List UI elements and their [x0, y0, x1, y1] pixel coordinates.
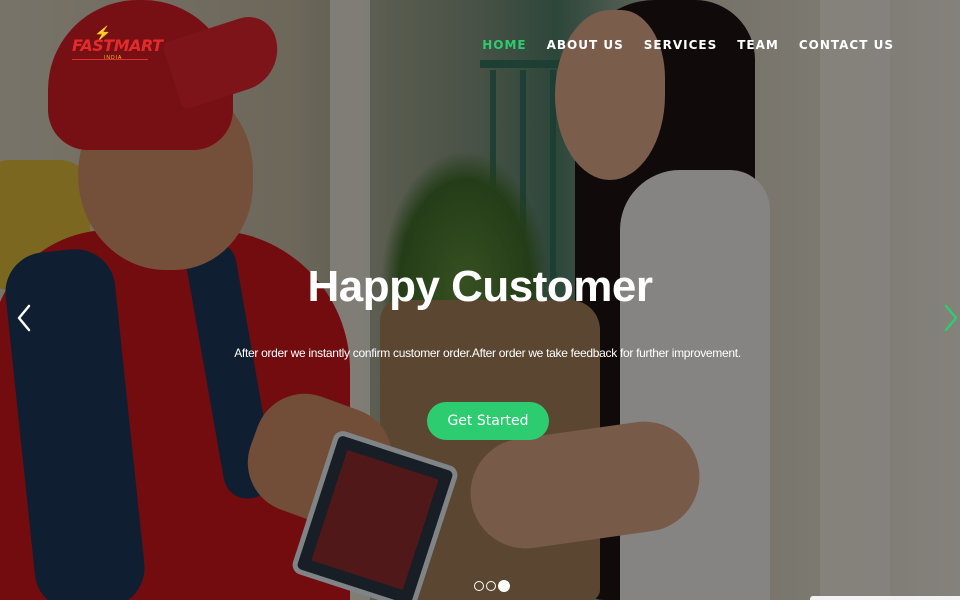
nav-item-home[interactable]: HOME [482, 38, 526, 52]
nav-item-team[interactable]: TEAM [737, 38, 779, 52]
get-started-button[interactable]: Get Started [427, 402, 549, 440]
hero-title: Happy Customer [307, 262, 653, 311]
carousel-dot-1[interactable] [474, 581, 484, 591]
brand-logo[interactable]: ⚡ FASTMART INDIA [72, 26, 163, 66]
nav-item-services[interactable]: SERVICES [644, 38, 717, 52]
chevron-right-icon [944, 304, 958, 332]
nav-item-contact-us[interactable]: CONTACT US [799, 38, 894, 52]
carousel-next-button[interactable] [940, 300, 960, 336]
brand-name: FASTMART [72, 36, 163, 55]
carousel-indicators [474, 580, 510, 592]
carousel-dot-3[interactable] [498, 580, 510, 592]
carousel-dot-2[interactable] [486, 581, 496, 591]
main-navigation: HOME ABOUT US SERVICES TEAM CONTACT US [482, 38, 894, 52]
page-corner-element [810, 596, 960, 600]
hero-subtitle: After order we instantly confirm custome… [234, 346, 741, 360]
carousel-prev-button[interactable] [14, 300, 34, 336]
nav-item-about-us[interactable]: ABOUT US [547, 38, 624, 52]
chevron-left-icon [17, 304, 31, 332]
brand-tagline: INDIA [104, 55, 123, 61]
